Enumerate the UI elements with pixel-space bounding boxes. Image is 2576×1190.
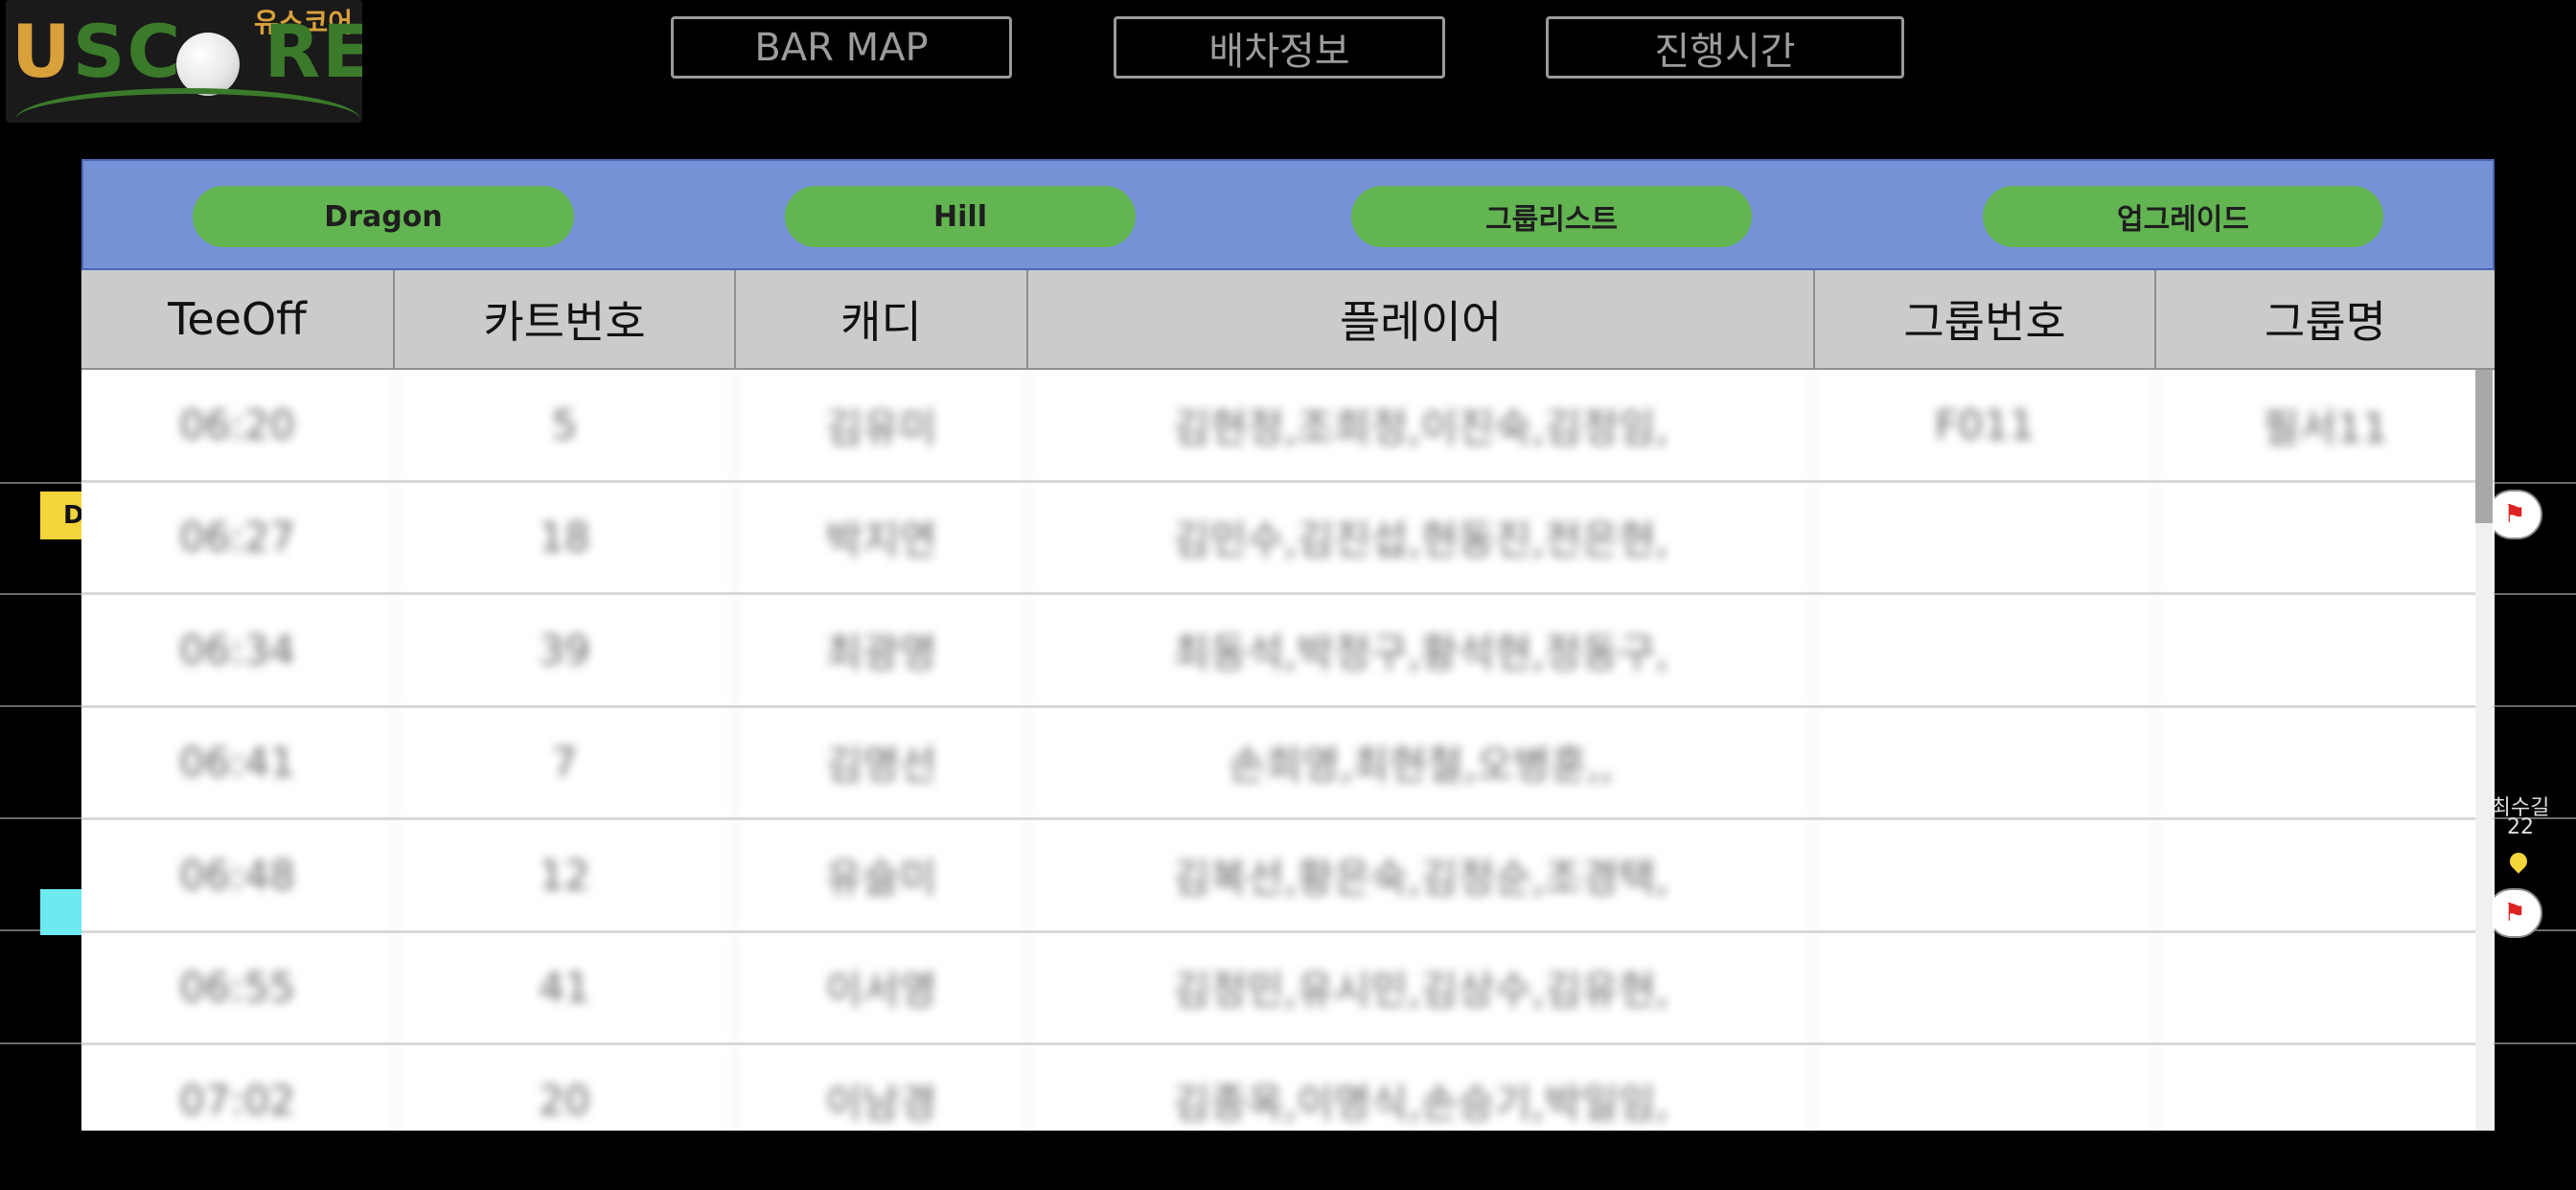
cell-caddie: 유슬미 [736,820,1028,930]
cell-caddie: 이서영 [736,932,1028,1042]
bar-map-button[interactable]: BAR MAP [671,16,1012,79]
course-tab-bar: Dragon Hill 그룹리스트 업그레이드 [81,159,2495,270]
cell-players: 김현정,조희정,이진숙,김정임, [1028,370,1815,480]
tab-upgrade[interactable]: 업그레이드 [1983,186,2383,247]
cell-teeoff: 06:34 [81,595,395,705]
cell-group-number [1815,707,2156,817]
table-scroll-thumb[interactable] [2475,370,2493,523]
cell-group-number [1815,932,2156,1042]
cell-teeoff: 06:27 [81,482,395,592]
cell-caddie: 김유미 [736,370,1028,480]
uscore-logo: 유스코어 USC RE [6,0,362,123]
hole-flag-icon[interactable]: ⚑ [2487,888,2542,938]
table-body[interactable]: 06:20 5 김유미 김현정,조희정,이진숙,김정임, F011 필서11 0… [81,370,2495,1131]
cell-teeoff: 06:55 [81,932,395,1042]
cell-caddie: 이남경 [736,1045,1028,1131]
table-header: TeeOff 카트번호 캐디 플레이어 그룹번호 그룹명 [81,270,2495,370]
cell-teeoff: 06:48 [81,820,395,930]
table-row[interactable]: 06:48 12 유슬미 김복선,황은숙,김정순,조경택, [81,820,2495,933]
cell-players: 김민수,김진섭,현동진,전은현, [1028,482,1815,592]
cell-group-name [2156,1045,2495,1131]
table-row[interactable]: 06:20 5 김유미 김현정,조희정,이진숙,김정임, F011 필서11 [81,370,2495,483]
cell-teeoff: 07:02 [81,1045,395,1131]
cell-players: 최동석,박정구,황석현,정동구, [1028,595,1815,705]
table-row[interactable]: 06:27 18 박지연 김민수,김진섭,현동진,전은현, [81,482,2495,595]
tab-dragon[interactable]: Dragon [193,186,574,247]
progress-time-button[interactable]: 진행시간 [1546,16,1904,79]
column-header-players[interactable]: 플레이어 [1028,270,1815,370]
cell-cart-number: 7 [395,707,736,817]
cell-group-number [1815,1045,2156,1131]
cell-cart-number: 41 [395,932,736,1042]
cell-cart-number: 39 [395,595,736,705]
cell-caddie: 최광명 [736,595,1028,705]
table-row[interactable]: 06:41 7 김명선 손희영,최현철,오병훈,, [81,707,2495,820]
column-header-teeoff[interactable]: TeeOff [81,270,395,370]
tee-time-panel: Dragon Hill 그룹리스트 업그레이드 TeeOff 카트번호 캐디 플… [81,159,2495,1131]
table-row[interactable]: 06:55 41 이서영 김정민,유시민,김상수,김유현, [81,932,2495,1045]
cell-caddie: 박지연 [736,482,1028,592]
cell-group-number [1815,595,2156,705]
cell-cart-number: 12 [395,820,736,930]
cell-group-name [2156,708,2495,818]
cell-players: 김종옥,이명식,손승기,박일임, [1028,1045,1815,1131]
cell-players: 김복선,황은숙,김정순,조경택, [1028,820,1815,930]
table-row[interactable]: 06:34 39 최광명 최동석,박정구,황석현,정동구, [81,595,2495,708]
column-header-caddie[interactable]: 캐디 [736,270,1028,370]
map-position-label: 최수길 22 [2491,796,2550,839]
cell-group-number: F011 [1815,370,2156,480]
cell-group-name [2156,595,2495,705]
tab-hill[interactable]: Hill [785,186,1136,247]
cell-group-number [1815,482,2156,592]
column-header-cart-number[interactable]: 카트번호 [395,270,736,370]
column-header-group-number[interactable]: 그룹번호 [1815,270,2156,370]
cell-caddie: 김명선 [736,707,1028,817]
cell-players: 손희영,최현철,오병훈,, [1028,707,1815,817]
cell-cart-number: 18 [395,482,736,592]
cell-group-number [1815,820,2156,930]
cell-cart-number: 20 [395,1045,736,1131]
golf-ball-icon [176,33,240,96]
dispatch-info-button[interactable]: 배차정보 [1114,16,1445,79]
cell-group-name [2156,933,2495,1043]
hole-flag-icon[interactable]: ⚑ [2487,490,2542,539]
tab-group-list[interactable]: 그룹리스트 [1351,186,1752,247]
cell-group-name [2156,820,2495,930]
cell-group-name [2156,483,2495,593]
column-header-group-name[interactable]: 그룹명 [2156,270,2495,370]
location-pin-icon [2506,849,2531,874]
cell-teeoff: 06:20 [81,370,395,480]
cell-teeoff: 06:41 [81,707,395,817]
table-row[interactable]: 07:02 20 이남경 김종옥,이명식,손승기,박일임, [81,1045,2495,1131]
cell-players: 김정민,유시민,김상수,김유현, [1028,932,1815,1042]
cell-group-name: 필서11 [2263,403,2388,451]
cell-cart-number: 5 [395,370,736,480]
